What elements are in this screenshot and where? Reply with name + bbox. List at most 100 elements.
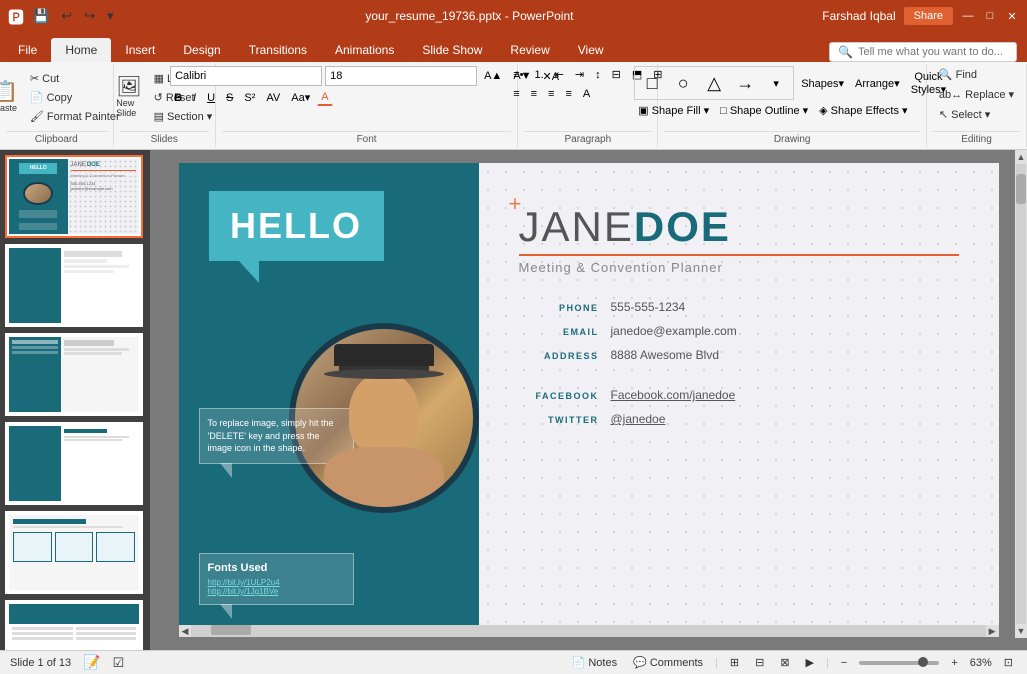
slide-right-panel: + JANEDOE Meeting & Convention Planner P… [479,163,999,625]
tab-view[interactable]: View [564,38,618,62]
tab-review[interactable]: Review [496,38,563,62]
zoom-in-button[interactable]: + [947,656,961,670]
shapes-button[interactable]: Shapes▾ [797,75,848,92]
cut-button[interactable]: ✂Cut [25,70,125,87]
fonts-used-title: Fonts Used [208,562,345,574]
qat-customize[interactable]: ▾ [104,5,117,27]
format-painter-button[interactable]: 🖌Format Painter [25,108,125,125]
search-bar[interactable]: 🔍 [829,42,1017,62]
slide-thumb-5[interactable] [5,511,143,594]
canvas-area[interactable]: ▲ ▼ HELLO [150,150,1027,650]
close-button[interactable]: ✕ [1005,9,1019,23]
zoom-level[interactable]: 63% [970,657,992,669]
status-bar: Slide 1 of 13 📝 ☑ 📄 Notes 💬 Comments | ⊞… [0,650,1027,674]
scroll-up-button[interactable]: ▲ [1015,150,1027,164]
tab-file[interactable]: File [4,38,51,62]
shape-arrow[interactable]: → [730,69,760,97]
view-slide-sorter-button[interactable]: ⊟ [751,655,768,670]
tab-insert[interactable]: Insert [111,38,169,62]
qat-redo[interactable]: ↪ [81,5,98,27]
line-spacing-button[interactable]: ↕ [591,67,605,83]
align-center-button[interactable]: ≡ [527,86,541,102]
font-color-button[interactable]: A [317,89,332,106]
scroll-thumb[interactable] [1016,174,1026,204]
h-scroll-track[interactable] [191,625,985,637]
font-size-input[interactable] [325,66,477,86]
slide-thumb-2[interactable] [5,244,143,327]
shape-rect[interactable]: □ [637,69,667,97]
text-shadow-button[interactable]: A [579,86,594,102]
slide-thumb-1[interactable]: HELLO JANE DOE [5,155,143,238]
justify-button[interactable]: ≡ [561,86,575,102]
bold-button[interactable]: B [170,90,186,106]
underline-button[interactable]: U [203,90,219,106]
character-spacing-button[interactable]: AV [262,90,284,106]
shape-oval[interactable]: ○ [668,69,698,97]
fonts-link-1[interactable]: http://bit.ly/1ULP2u4 [208,578,345,587]
tab-design[interactable]: Design [169,38,234,62]
search-input[interactable] [858,46,1008,58]
arrange-button[interactable]: Arrange▾ [851,75,904,92]
scroll-track[interactable] [1016,164,1026,624]
qat-undo[interactable]: ↩ [58,5,75,27]
view-slideshow-button[interactable]: ▶ [802,655,818,670]
find-button[interactable]: 🔍 Find [934,66,982,83]
slide-thumb-6[interactable] [5,600,143,650]
decrease-indent-button[interactable]: ⇤ [551,66,568,83]
bullets-button[interactable]: ≡• [509,67,527,83]
h-scroll-thumb[interactable] [211,625,251,635]
align-left-button[interactable]: ≡ [509,86,523,102]
strikethrough-button[interactable]: S [222,90,237,106]
slide-row-6: 6 [5,600,145,650]
plus-decoration: + [509,191,522,217]
font-name-input[interactable] [170,66,322,86]
copy-button[interactable]: 📄Copy [25,89,125,106]
shape-outline-button[interactable]: □ Shape Outline ▾ [716,102,812,119]
facebook-value[interactable]: Facebook.com/janedoe [611,388,736,402]
font-size-increase-button[interactable]: A▲ [480,68,506,84]
username: Farshad Iqbal [822,9,895,23]
font-shadow-button[interactable]: S² [240,90,259,106]
window-title: your_resume_19736.pptx - PowerPoint [117,9,823,23]
increase-indent-button[interactable]: ⇥ [571,66,588,83]
twitter-value[interactable]: @janedoe [611,412,666,426]
fit-window-button[interactable]: ⊡ [1000,655,1017,670]
numbering-button[interactable]: 1. [530,67,547,83]
notes-button[interactable]: 📄 Notes [568,655,622,670]
qat-save[interactable]: 💾 [30,5,52,27]
zoom-out-button[interactable]: − [837,656,851,670]
slide-thumb-4[interactable] [5,422,143,505]
tab-animations[interactable]: Animations [321,38,408,62]
fonts-link-2[interactable]: http://bit.ly/1Jg1BVe [208,587,345,596]
tab-transitions[interactable]: Transitions [235,38,321,62]
columns-button[interactable]: ⊟ [608,66,625,83]
italic-button[interactable]: I [189,90,200,106]
minimize-button[interactable]: — [961,9,975,23]
vertical-scrollbar[interactable]: ▲ ▼ [1015,150,1027,638]
replace-button[interactable]: ab↔ Replace ▾ [934,86,1019,103]
view-reading-button[interactable]: ⊠ [776,655,793,670]
zoom-thumb[interactable] [918,657,928,667]
comments-button[interactable]: 💬 Comments [629,655,707,670]
align-right-button[interactable]: ≡ [544,86,558,102]
zoom-slider[interactable] [859,661,939,665]
paste-button[interactable]: 📋 Paste [0,79,23,116]
share-button[interactable]: Share [904,7,953,25]
shape-more[interactable]: ▾ [761,69,791,97]
horizontal-scrollbar[interactable]: ◀ ▶ [179,625,999,637]
new-slide-button[interactable]: 🖼 New Slide [111,74,146,121]
scroll-right-button[interactable]: ▶ [986,625,999,637]
address-label: ADDRESS [519,351,599,361]
tab-slideshow[interactable]: Slide Show [408,38,496,62]
scroll-left-button[interactable]: ◀ [179,625,192,637]
view-normal-button[interactable]: ⊞ [726,655,743,670]
shape-fill-button[interactable]: ▣ Shape Fill ▾ [634,102,713,119]
shape-triangle[interactable]: △ [699,69,729,97]
tab-home[interactable]: Home [51,38,111,62]
maximize-button[interactable]: □ [983,9,997,23]
scroll-down-button[interactable]: ▼ [1015,624,1027,638]
slide-thumb-3[interactable] [5,333,143,416]
select-button[interactable]: ↖ Select ▾ [934,106,995,123]
text-case-button[interactable]: Aa▾ [287,89,314,106]
shape-effects-button[interactable]: ◈ Shape Effects ▾ [815,102,911,119]
